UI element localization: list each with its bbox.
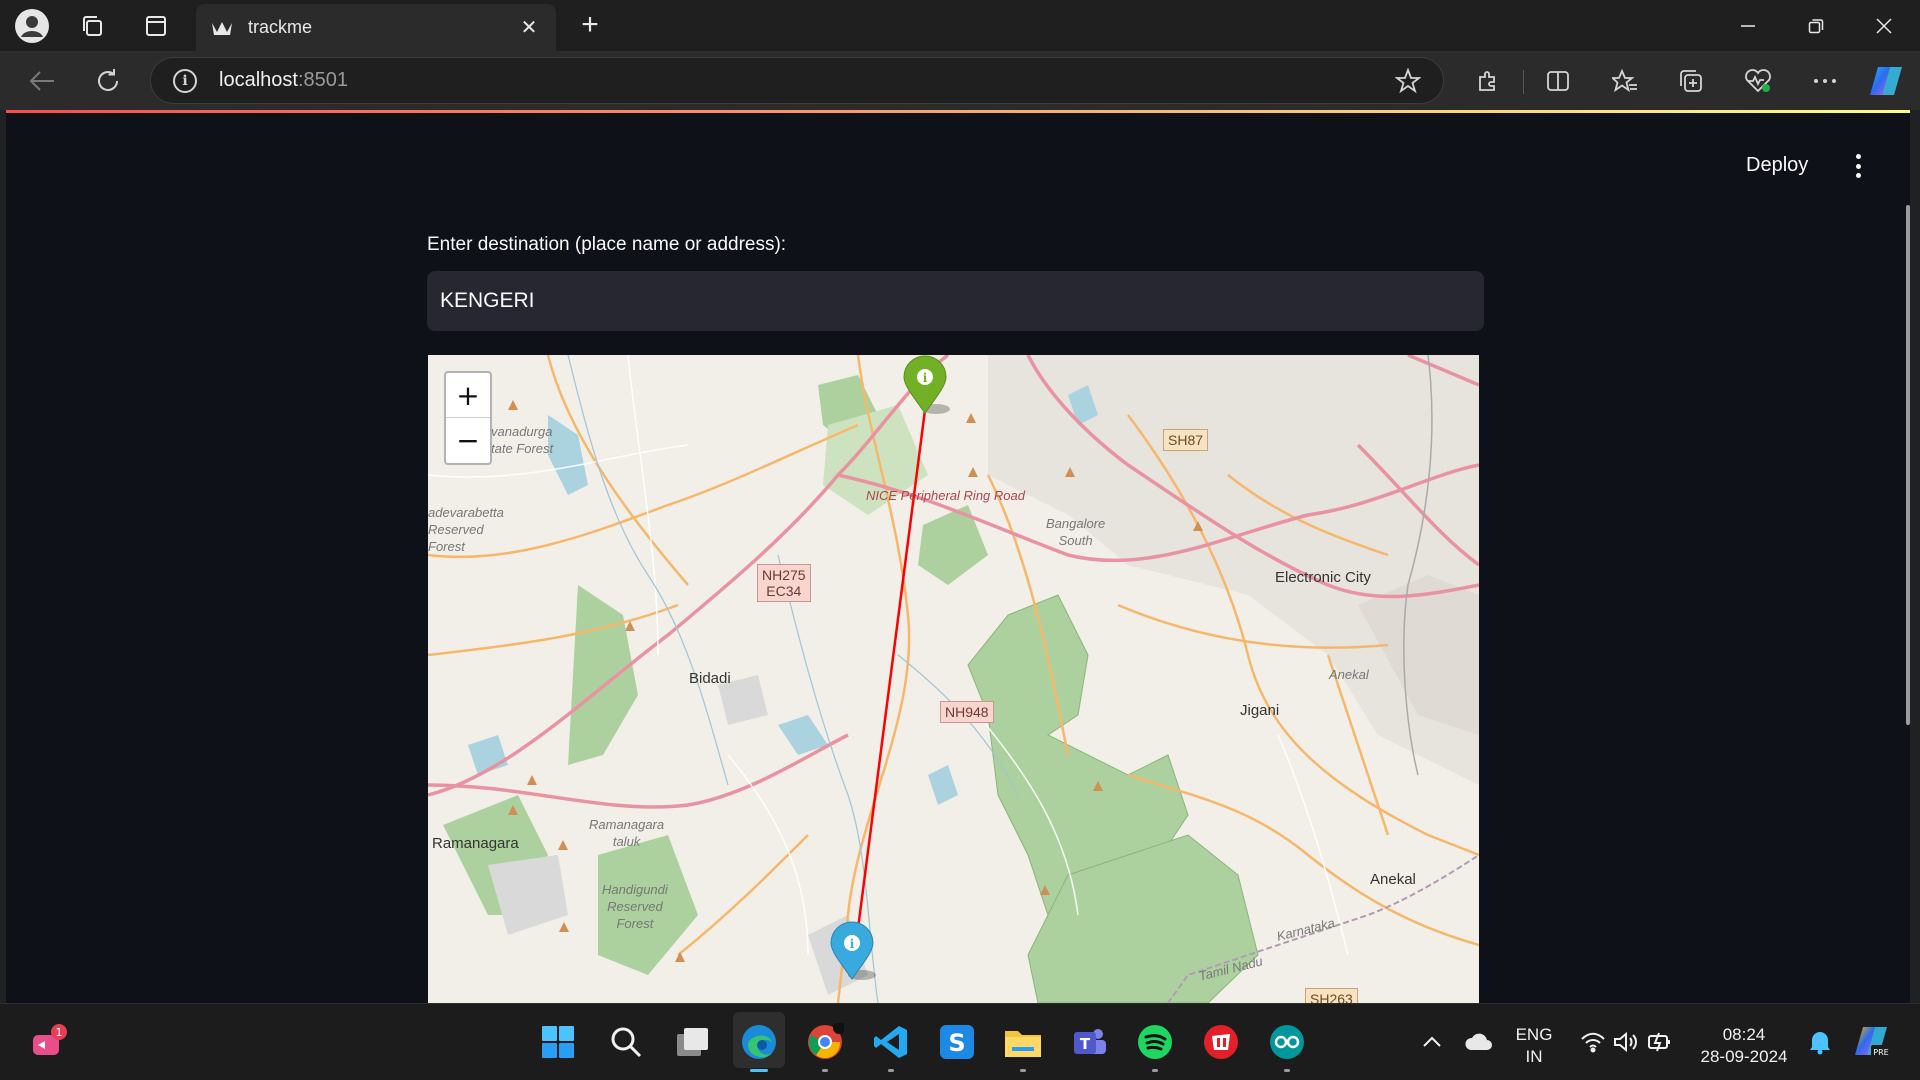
spotify-taskbar-icon[interactable] bbox=[1135, 1022, 1175, 1072]
map-label-jigani: Jigani bbox=[1240, 702, 1280, 719]
tab-trackme[interactable]: trackme ✕ bbox=[196, 4, 556, 51]
extensions-icon[interactable] bbox=[1468, 61, 1508, 101]
start-button[interactable] bbox=[538, 1022, 578, 1062]
destination-input[interactable]: KENGERI bbox=[427, 271, 1484, 331]
tab-title: trackme bbox=[248, 17, 313, 37]
browser-toolbar: i localhost:8501 bbox=[0, 51, 1920, 110]
map-zoom-control: + − bbox=[444, 371, 492, 465]
streamlit-favicon-icon bbox=[210, 16, 234, 40]
tab-actions-icon[interactable] bbox=[138, 8, 174, 44]
map-label-anekal: Anekal bbox=[1370, 871, 1416, 888]
app-page: Deploy Enter destination (place name or … bbox=[6, 110, 1910, 1003]
language-indicator[interactable]: ENG IN bbox=[1512, 1024, 1556, 1068]
browser-essentials-icon[interactable] bbox=[1738, 61, 1778, 101]
map-label-devarabetta: adevarabetta Reserved Forest bbox=[428, 505, 504, 554]
task-view-icon[interactable] bbox=[673, 1022, 713, 1062]
edge-taskbar-icon[interactable] bbox=[739, 1022, 779, 1072]
svg-text:i: i bbox=[850, 937, 855, 951]
onedrive-icon[interactable] bbox=[1459, 1022, 1499, 1062]
file-explorer-taskbar-icon[interactable] bbox=[1003, 1022, 1043, 1072]
minimize-button[interactable] bbox=[1714, 0, 1782, 51]
tab-close-icon[interactable]: ✕ bbox=[516, 15, 542, 40]
collections-icon[interactable] bbox=[1671, 61, 1711, 101]
stream-app-taskbar-icon[interactable]: S bbox=[937, 1022, 977, 1062]
zoom-out-button[interactable]: − bbox=[446, 418, 490, 463]
address-port: :8501 bbox=[297, 69, 348, 91]
copilot-icon[interactable] bbox=[1866, 61, 1906, 101]
clock[interactable]: 08:24 28-09-2024 bbox=[1692, 1024, 1796, 1068]
map-tiles: i i bbox=[428, 355, 1479, 1003]
svg-text:i: i bbox=[923, 371, 928, 385]
address-bar[interactable]: i localhost:8501 bbox=[150, 57, 1444, 104]
language-top: ENG bbox=[1515, 1025, 1553, 1044]
profile-icon[interactable] bbox=[14, 8, 50, 44]
map-label-bidadi: Bidadi bbox=[689, 670, 731, 687]
map-label-anekal-taluk: Anekal bbox=[1329, 667, 1369, 682]
zoom-in-button[interactable]: + bbox=[446, 373, 490, 418]
destination-label: Enter destination (place name or address… bbox=[427, 234, 787, 255]
browser-tab-strip: trackme ✕ + bbox=[0, 0, 1920, 51]
toolbar-separator bbox=[1523, 70, 1524, 94]
copilot-taskbar-icon[interactable]: PRE bbox=[1852, 1022, 1892, 1062]
workspaces-icon[interactable] bbox=[74, 8, 110, 44]
refresh-button[interactable] bbox=[88, 61, 128, 101]
map-label-ramanagara-taluk: Ramanagara taluk bbox=[589, 817, 665, 849]
clock-time: 08:24 bbox=[1722, 1025, 1766, 1044]
app-header-decoration bbox=[6, 110, 1910, 113]
arduino-taskbar-icon[interactable] bbox=[1267, 1022, 1307, 1072]
split-screen-icon[interactable] bbox=[1538, 61, 1578, 101]
vscode-taskbar-icon[interactable] bbox=[871, 1022, 911, 1072]
teams-taskbar-icon[interactable]: T bbox=[1069, 1022, 1109, 1062]
chrome-taskbar-icon[interactable] bbox=[805, 1022, 845, 1072]
map-shield-nh275: NH275 EC34 bbox=[757, 564, 811, 602]
map-view[interactable]: i i vanadurga tate Forest adevarabetta R… bbox=[428, 355, 1479, 1003]
map-shield-sh87: SH87 bbox=[1163, 429, 1209, 451]
map-label-savanadurga: vanadurga tate Forest bbox=[491, 424, 554, 456]
game-launcher-taskbar-icon[interactable] bbox=[1201, 1022, 1241, 1062]
restore-button[interactable] bbox=[1782, 0, 1850, 51]
battery-charging-icon[interactable] bbox=[1640, 1022, 1680, 1062]
map-shield-sh263: SH263 bbox=[1305, 988, 1358, 1003]
clock-date: 28-09-2024 bbox=[1700, 1047, 1788, 1066]
map-label-handigundi: Handigundi Reserved Forest bbox=[602, 882, 668, 931]
svg-text:PRE: PRE bbox=[1873, 1048, 1888, 1057]
new-tab-button[interactable]: + bbox=[572, 8, 608, 44]
notification-count: 1 bbox=[56, 1026, 63, 1039]
widgets-icon[interactable]: 1 bbox=[28, 1022, 68, 1062]
search-icon[interactable] bbox=[606, 1022, 646, 1062]
favorites-icon[interactable] bbox=[1605, 61, 1645, 101]
address-host: localhost bbox=[219, 69, 298, 91]
map-label-bangalore-south: Bangalore South bbox=[1046, 516, 1106, 548]
map-label-ramanagara: Ramanagara bbox=[432, 835, 519, 852]
deploy-button[interactable]: Deploy bbox=[1746, 154, 1808, 177]
language-bottom: IN bbox=[1525, 1047, 1543, 1066]
notification-bell-icon[interactable] bbox=[1800, 1022, 1840, 1062]
map-shield-nh948: NH948 bbox=[940, 701, 994, 723]
svg-text:S: S bbox=[948, 1029, 965, 1057]
origin-marker-icon[interactable]: i bbox=[903, 355, 950, 414]
svg-text:T: T bbox=[1080, 1035, 1091, 1053]
site-info-icon[interactable]: i bbox=[173, 68, 197, 93]
taskbar: 1 S T ENG IN 08:24 28-09-2024 PRE bbox=[0, 1003, 1920, 1080]
page-scrollbar[interactable] bbox=[1906, 205, 1910, 725]
main-menu-icon[interactable] bbox=[1848, 152, 1868, 180]
back-button[interactable] bbox=[22, 61, 62, 101]
favorite-star-icon[interactable] bbox=[1395, 68, 1421, 94]
more-menu-icon[interactable] bbox=[1805, 61, 1845, 101]
show-hidden-icons-chevron-icon[interactable] bbox=[1412, 1022, 1452, 1062]
map-label-nice-road: NICE Peripheral Ring Road bbox=[866, 488, 1025, 503]
close-window-button[interactable] bbox=[1850, 0, 1918, 51]
map-label-electronic-city: Electronic City bbox=[1275, 569, 1371, 586]
